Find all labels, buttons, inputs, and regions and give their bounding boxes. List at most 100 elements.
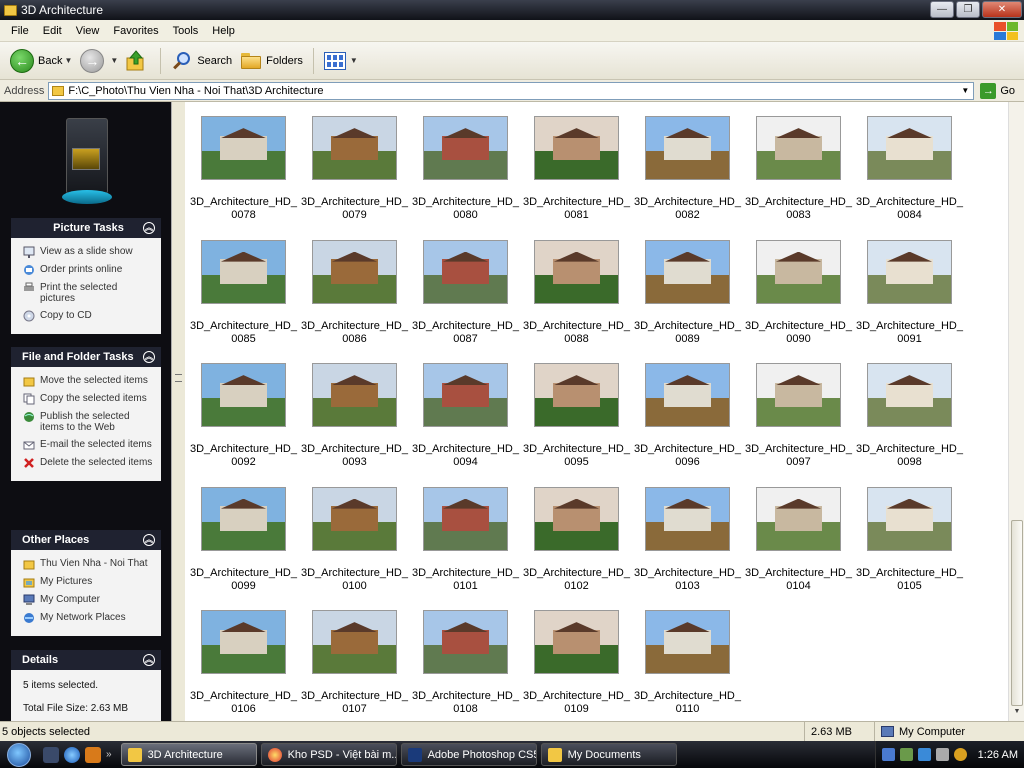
chevron-down-icon[interactable]: ▼ (64, 56, 72, 65)
file-thumbnail[interactable]: 3D_Architecture_HD_ 0102 (521, 475, 632, 599)
start-button[interactable] (0, 741, 38, 768)
quick-launch-more-icon[interactable]: » (106, 749, 112, 760)
file-thumbnail[interactable]: 3D_Architecture_HD_ 0095 (521, 351, 632, 475)
file-thumbnail[interactable]: 3D_Architecture_HD_ 0086 (299, 228, 410, 352)
update-tray-icon[interactable] (953, 748, 967, 761)
menu-edit[interactable]: Edit (36, 25, 69, 37)
place-thu-vien[interactable]: Thu Vien Nha - Noi That (23, 558, 155, 570)
panel-header[interactable]: Picture Tasks ︽ (11, 218, 161, 238)
file-thumbnail[interactable]: 3D_Architecture_HD_ 0093 (299, 351, 410, 475)
place-network[interactable]: My Network Places (23, 612, 155, 624)
menu-view[interactable]: View (69, 25, 107, 37)
messenger-tray-icon[interactable] (917, 748, 931, 761)
file-thumbnail[interactable]: 3D_Architecture_HD_ 0091 (854, 228, 965, 352)
task-slideshow[interactable]: View as a slide show (23, 246, 155, 258)
file-thumbnail[interactable]: 3D_Architecture_HD_ 0101 (410, 475, 521, 599)
chevron-up-icon[interactable]: ︽ (143, 222, 155, 234)
file-thumbnail[interactable]: 3D_Architecture_HD_ 0087 (410, 228, 521, 352)
file-thumbnail[interactable]: 3D_Architecture_HD_ 0107 (299, 598, 410, 721)
show-desktop-icon[interactable] (43, 746, 59, 763)
menu-favorites[interactable]: Favorites (106, 25, 165, 37)
file-thumbnail[interactable]: 3D_Architecture_HD_ 0098 (854, 351, 965, 475)
task-copy[interactable]: Copy the selected items (23, 393, 155, 405)
panel-header[interactable]: Details ︽ (11, 650, 161, 670)
file-thumbnail[interactable]: 3D_Architecture_HD_ 0080 (410, 104, 521, 228)
task-email[interactable]: E-mail the selected items (23, 439, 155, 451)
menu-file[interactable]: File (4, 25, 36, 37)
file-thumbnail[interactable]: 3D_Architecture_HD_ 0106 (188, 598, 299, 721)
house-image (756, 486, 841, 551)
file-thumbnail[interactable]: 3D_Architecture_HD_ 0081 (521, 104, 632, 228)
place-my-computer[interactable]: My Computer (23, 594, 155, 606)
file-thumbnail[interactable]: 3D_Architecture_HD_ 0084 (854, 104, 965, 228)
place-my-pictures[interactable]: My Pictures (23, 576, 155, 588)
volume-icon[interactable] (935, 748, 949, 761)
media-player-icon[interactable] (85, 746, 101, 763)
forward-button[interactable]: → ▼ (76, 46, 122, 76)
file-name: 3D_Architecture_HD_ 0100 (301, 566, 408, 592)
task-order-prints[interactable]: Order prints online (23, 264, 155, 276)
back-button[interactable]: ← Back ▼ (6, 46, 76, 76)
file-thumbnail[interactable]: 3D_Architecture_HD_ 0097 (743, 351, 854, 475)
file-thumbnail[interactable]: 3D_Architecture_HD_ 0089 (632, 228, 743, 352)
menu-help[interactable]: Help (205, 25, 242, 37)
file-thumbnail[interactable]: 3D_Architecture_HD_ 0105 (854, 475, 965, 599)
minimize-button[interactable]: — (930, 1, 954, 18)
file-thumbnail[interactable]: 3D_Architecture_HD_ 0099 (188, 475, 299, 599)
menu-tools[interactable]: Tools (166, 25, 206, 37)
chevron-up-icon[interactable]: ︽ (143, 534, 155, 546)
file-thumbnail[interactable]: 3D_Architecture_HD_ 0083 (743, 104, 854, 228)
scroll-down-icon[interactable]: ▼ (1011, 706, 1023, 718)
file-thumbnail[interactable]: 3D_Architecture_HD_ 0082 (632, 104, 743, 228)
network-tray-icon[interactable] (881, 748, 895, 761)
scrollbar-thumb[interactable] (1011, 520, 1023, 706)
up-button[interactable] (122, 46, 154, 76)
search-button[interactable]: Search (167, 46, 236, 76)
file-thumbnail[interactable]: 3D_Architecture_HD_ 0100 (299, 475, 410, 599)
task-publish[interactable]: Publish the selected items to the Web (23, 411, 155, 433)
file-thumbnail[interactable]: 3D_Architecture_HD_ 0109 (521, 598, 632, 721)
file-thumbnail[interactable]: 3D_Architecture_HD_ 0088 (521, 228, 632, 352)
chevron-down-icon[interactable]: ▼ (350, 56, 358, 65)
file-thumbnail[interactable]: 3D_Architecture_HD_ 0103 (632, 475, 743, 599)
vertical-scrollbar[interactable]: ▼ (1008, 102, 1024, 721)
taskbar-button-explorer[interactable]: 3D Architecture (120, 743, 257, 766)
file-thumbnail[interactable]: 3D_Architecture_HD_ 0094 (410, 351, 521, 475)
clock[interactable]: 1:26 AM (978, 749, 1018, 761)
file-name: 3D_Architecture_HD_ 0109 (523, 690, 630, 715)
title-bar[interactable]: 3D Architecture — ❐ ✕ (0, 0, 1024, 20)
chevron-down-icon[interactable]: ▼ (959, 85, 971, 97)
app-tray-icon[interactable] (899, 748, 913, 761)
chevron-up-icon[interactable]: ︽ (143, 351, 155, 363)
maximize-button[interactable]: ❐ (956, 1, 980, 18)
file-thumbnail[interactable]: 3D_Architecture_HD_ 0090 (743, 228, 854, 352)
task-copy-cd[interactable]: Copy to CD (23, 310, 155, 322)
file-thumbnail[interactable]: 3D_Architecture_HD_ 0092 (188, 351, 299, 475)
go-button[interactable]: → Go (980, 82, 1015, 99)
file-thumbnail[interactable]: 3D_Architecture_HD_ 0079 (299, 104, 410, 228)
file-thumbnail[interactable]: 3D_Architecture_HD_ 0104 (743, 475, 854, 599)
chevron-up-icon[interactable]: ︽ (143, 654, 155, 666)
address-input[interactable]: F:\C_Photo\Thu Vien Nha - Noi That\3D Ar… (48, 81, 975, 100)
internet-explorer-icon[interactable] (64, 746, 80, 763)
taskbar-button-documents[interactable]: My Documents (540, 743, 677, 766)
task-delete[interactable]: Delete the selected items (23, 457, 155, 469)
file-thumbnail[interactable]: 3D_Architecture_HD_ 0108 (410, 598, 521, 721)
file-thumbnail[interactable]: 3D_Architecture_HD_ 0096 (632, 351, 743, 475)
task-move[interactable]: Move the selected items (23, 375, 155, 387)
file-name: 3D_Architecture_HD_ 0104 (745, 566, 852, 592)
file-thumbnail[interactable]: 3D_Architecture_HD_ 0078 (188, 104, 299, 228)
views-button[interactable]: ▼ (320, 46, 362, 76)
file-thumbnail[interactable]: 3D_Architecture_HD_ 0085 (188, 228, 299, 352)
folder-up-icon (126, 49, 144, 70)
taskbar-button-photoshop[interactable]: Adobe Photoshop CS5 (400, 743, 537, 766)
panel-header[interactable]: Other Places ︽ (11, 530, 161, 550)
taskbar-button-browser[interactable]: Kho PSD - Việt bài m... (260, 743, 397, 766)
file-thumbnail[interactable]: 3D_Architecture_HD_ 0110 (632, 598, 743, 721)
task-print[interactable]: Print the selected pictures (23, 282, 155, 304)
panel-header[interactable]: File and Folder Tasks ︽ (11, 347, 161, 367)
pane-splitter[interactable] (171, 102, 185, 721)
folders-button[interactable]: Folders (236, 46, 307, 76)
chevron-down-icon[interactable]: ▼ (110, 56, 118, 65)
close-button[interactable]: ✕ (982, 1, 1022, 18)
